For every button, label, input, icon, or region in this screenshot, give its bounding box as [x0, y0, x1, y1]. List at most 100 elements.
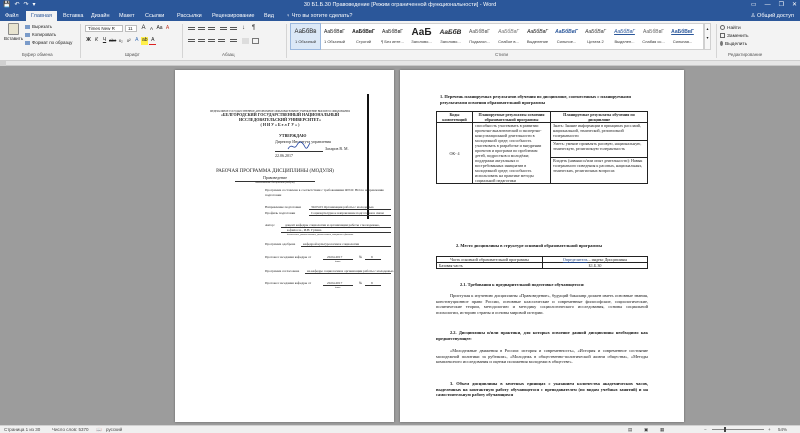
- ribbon-separator: [182, 24, 183, 58]
- style-item[interactable]: АаБбВвГ Цитата 2: [581, 24, 610, 49]
- align-center-icon[interactable]: [198, 38, 205, 44]
- table-row: Базовая часть Б1.Б.30: [436, 262, 648, 269]
- zoom-slider-thumb[interactable]: [723, 427, 726, 432]
- tab-home[interactable]: Главная: [26, 11, 57, 21]
- highlight-icon[interactable]: ab: [141, 37, 149, 45]
- search-icon: [720, 25, 725, 30]
- shading-icon[interactable]: [242, 38, 249, 44]
- align-right-icon[interactable]: [208, 38, 215, 44]
- tell-me-search[interactable]: ♀ Что вы хотите сделать?: [285, 11, 353, 21]
- font-size-combo[interactable]: 11: [125, 25, 137, 32]
- sort-icon[interactable]: ↓: [242, 25, 245, 31]
- close-button[interactable]: ✕: [792, 0, 797, 11]
- shrink-font-icon[interactable]: A: [148, 25, 155, 32]
- ribbon-display-options-icon[interactable]: ▭: [751, 0, 757, 11]
- style-item[interactable]: АаБбВвГ Сильная...: [668, 24, 697, 49]
- zoom-level[interactable]: 54%: [778, 426, 787, 433]
- share-button[interactable]: ♙ Общий доступ: [751, 11, 794, 21]
- table-header-row: Коды компетенций Планируемые результаты …: [436, 111, 648, 123]
- format-painter-button[interactable]: Формат по образцу: [25, 40, 72, 46]
- show-marks-icon[interactable]: ¶: [252, 25, 255, 31]
- language[interactable]: русский: [106, 426, 122, 433]
- style-item[interactable]: АаБбВвГ Слабая сс...: [639, 24, 668, 49]
- replace-button[interactable]: Заменить: [720, 33, 749, 40]
- tab-file[interactable]: Файл: [4, 11, 20, 21]
- zoom-out-button[interactable]: −: [704, 426, 707, 433]
- styles-scroll[interactable]: ▴ ▾: [704, 23, 711, 50]
- tab-view[interactable]: Вид: [263, 11, 275, 21]
- copy-button[interactable]: Копировать: [25, 32, 56, 38]
- clear-formatting-icon[interactable]: A: [164, 25, 171, 32]
- zoom-in-button[interactable]: +: [768, 426, 771, 433]
- paste-label: Вставить: [4, 36, 24, 41]
- approve-date: 22.06.2017: [275, 153, 293, 158]
- document-page-2[interactable]: 1. Перечень планируемых результатов обуч…: [400, 70, 684, 422]
- style-item[interactable]: АаБбВв 1 Обычный: [290, 23, 321, 50]
- italic-button[interactable]: К: [93, 37, 100, 45]
- style-preview: АаБбВвГ: [585, 29, 606, 35]
- find-label: Найти: [727, 25, 741, 31]
- increase-indent-icon[interactable]: [230, 26, 237, 32]
- underline-button[interactable]: Ч: [101, 37, 108, 45]
- text-effects-icon[interactable]: A: [133, 37, 140, 45]
- numbering-icon[interactable]: [198, 26, 205, 32]
- maximize-button[interactable]: ❐: [779, 0, 784, 11]
- decrease-indent-icon[interactable]: [220, 26, 227, 32]
- font-name-combo[interactable]: Times New R: [85, 25, 123, 32]
- tab-layout[interactable]: Макет: [118, 11, 136, 21]
- style-item[interactable]: АаБбВвГ Подзагол...: [465, 24, 494, 49]
- replace-icon: [720, 33, 725, 38]
- cut-button[interactable]: Вырезать: [25, 24, 52, 30]
- web-layout-icon[interactable]: ▦: [660, 426, 664, 433]
- tab-references[interactable]: Ссылки: [144, 11, 165, 21]
- multilevel-list-icon[interactable]: [208, 26, 215, 32]
- align-left-icon[interactable]: [188, 38, 195, 44]
- read-mode-icon[interactable]: ▤: [628, 426, 632, 433]
- find-button[interactable]: Найти: [720, 25, 741, 32]
- style-item[interactable]: АаБбВвГ 1 Обычный: [320, 24, 349, 49]
- document-page-1[interactable]: ФЕДЕРАЛЬНОЕ ГОСУДАРСТВЕННОЕ АВТОНОМНОЕ О…: [175, 70, 394, 422]
- tab-mailings[interactable]: Рассылки: [176, 11, 203, 21]
- ruler[interactable]: [0, 61, 800, 66]
- bullets-icon[interactable]: [188, 26, 195, 32]
- print-layout-icon[interactable]: ▣: [644, 426, 648, 433]
- page-indicator[interactable]: Страница 1 из 30: [4, 426, 40, 433]
- style-item[interactable]: АаБбВвГ Выделение: [523, 24, 552, 49]
- clipboard-icon: [7, 23, 19, 35]
- approved-underline: [305, 273, 391, 274]
- grow-font-icon[interactable]: A: [140, 25, 147, 32]
- definer-link[interactable]: Определитель: [563, 257, 588, 262]
- style-item[interactable]: АаБ Заголово...: [407, 24, 436, 49]
- style-preview: АаБбВвГ: [614, 29, 635, 35]
- subscript-button[interactable]: x₂: [117, 37, 124, 45]
- style-item[interactable]: АаБбВвГ Строгий: [349, 24, 378, 49]
- borders-icon[interactable]: [252, 38, 259, 44]
- style-item[interactable]: АаБбВвГ Слабое в...: [494, 24, 523, 49]
- style-item[interactable]: АаБбВвГ ¶ Без инте...: [378, 24, 407, 49]
- zoom-slider[interactable]: [712, 427, 764, 432]
- line-spacing-icon[interactable]: [230, 38, 237, 44]
- section-2-1-paragraph: Приступая к изучению дисциплины «Правове…: [436, 293, 648, 315]
- style-item[interactable]: АаБбВвГ Сильное...: [552, 24, 581, 49]
- paste-button[interactable]: Вставить: [4, 23, 24, 41]
- tab-design[interactable]: Дизайн: [90, 11, 111, 21]
- minimize-button[interactable]: —: [765, 0, 771, 11]
- change-case-icon[interactable]: Aa: [156, 25, 163, 32]
- bold-button[interactable]: Ж: [85, 37, 92, 45]
- superscript-button[interactable]: x²: [125, 37, 132, 45]
- placement-table: Часть основной образовательной программы…: [436, 256, 648, 269]
- tab-insert[interactable]: Вставка: [62, 11, 84, 21]
- tab-review[interactable]: Рецензирование: [211, 11, 255, 21]
- style-item[interactable]: АаБбВвГ Выделен...: [610, 24, 639, 49]
- protocol-1-date-hint: дата: [335, 260, 341, 263]
- style-name: Сильное...: [556, 39, 577, 44]
- strikethrough-button[interactable]: abc: [109, 37, 116, 45]
- proofing-icon[interactable]: 📖: [96, 426, 102, 433]
- font-color-icon[interactable]: A: [149, 37, 157, 45]
- style-item[interactable]: АаБбВ Заголово...: [436, 24, 465, 49]
- select-button[interactable]: Выделить: [720, 41, 747, 48]
- cursor-icon: [720, 41, 723, 46]
- editing-group-label: Редактирование: [728, 52, 763, 57]
- word-count[interactable]: Число слов: 5370: [52, 426, 89, 433]
- justify-icon[interactable]: [218, 38, 225, 44]
